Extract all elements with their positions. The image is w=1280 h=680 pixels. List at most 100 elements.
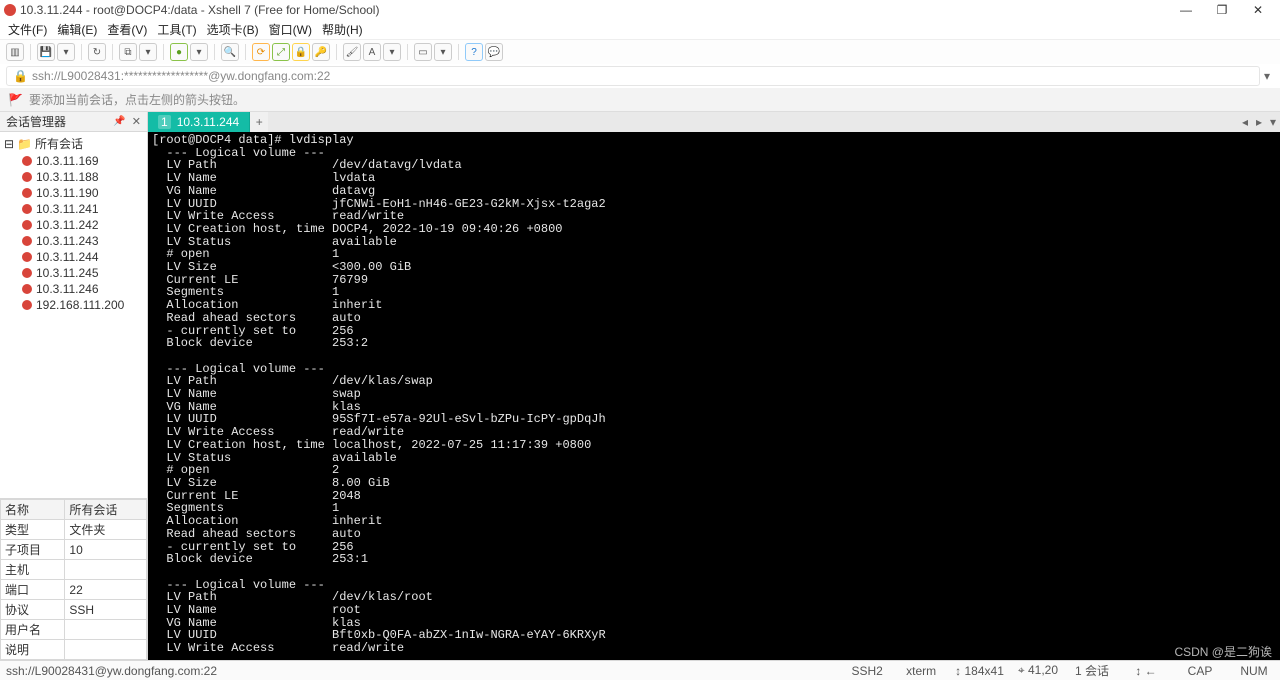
prop-key: 子项目 xyxy=(1,540,65,560)
prop-val xyxy=(65,640,147,660)
address-dropdown-icon[interactable]: ▾ xyxy=(1260,69,1274,83)
menu-help[interactable]: 帮助(H) xyxy=(322,21,363,38)
session-icon xyxy=(22,156,32,166)
copy-dropdown-icon[interactable]: ▾ xyxy=(139,43,157,61)
tab-label: 10.3.11.244 xyxy=(177,115,240,129)
terminal[interactable]: [root@DOCP4 data]# lvdisplay --- Logical… xyxy=(148,132,1280,660)
lock-icon[interactable]: 🔒 xyxy=(292,43,310,61)
flag-icon: 🚩 xyxy=(8,93,23,107)
session-icon xyxy=(22,300,32,310)
session-label: 10.3.11.242 xyxy=(36,218,99,232)
session-item[interactable]: 10.3.11.241 xyxy=(0,201,147,217)
session-item[interactable]: 10.3.11.169 xyxy=(0,153,147,169)
prop-val: 文件夹 xyxy=(65,520,147,540)
save-dropdown-icon[interactable]: ▾ xyxy=(57,43,75,61)
session-item[interactable]: 192.168.111.200 xyxy=(0,297,147,313)
tab-menu-icon[interactable]: ▾ xyxy=(1266,112,1280,132)
status-num: NUM xyxy=(1234,664,1274,678)
minimize-button[interactable]: — xyxy=(1168,0,1204,20)
maximize-button[interactable]: ❐ xyxy=(1204,0,1240,20)
status-cursor: ⌖ 41,20 xyxy=(1018,663,1058,678)
prop-key: 类型 xyxy=(1,520,65,540)
help-icon[interactable]: ? xyxy=(465,43,483,61)
layout-dropdown-icon[interactable]: ▾ xyxy=(434,43,452,61)
panel-close-icon[interactable]: ✕ xyxy=(132,115,141,128)
tree-root[interactable]: ⊟ 📁 所有会话 xyxy=(0,134,147,153)
folder-icon: 📁 xyxy=(17,137,32,151)
session-icon xyxy=(22,188,32,198)
session-item[interactable]: 10.3.11.244 xyxy=(0,249,147,265)
new-tab-button[interactable]: + xyxy=(250,112,268,132)
session-item[interactable]: 10.3.11.246 xyxy=(0,281,147,297)
status-ssh: SSH2 xyxy=(847,664,887,678)
prop-val: SSH xyxy=(65,600,147,620)
menu-tabs[interactable]: 选项卡(B) xyxy=(207,21,259,38)
copy-icon[interactable]: ⧉ xyxy=(119,43,137,61)
tree-root-label: 所有会话 xyxy=(35,135,83,152)
prop-key: 协议 xyxy=(1,600,65,620)
session-label: 10.3.11.245 xyxy=(36,266,99,280)
session-label: 10.3.11.241 xyxy=(36,202,99,216)
session-icon xyxy=(22,220,32,230)
session-icon xyxy=(22,204,32,214)
circle-dropdown-icon[interactable]: ▾ xyxy=(190,43,208,61)
font-dropdown-icon[interactable]: ▾ xyxy=(383,43,401,61)
status-size: ↕ 184x41 xyxy=(955,664,1004,678)
layout-icon[interactable]: ▭ xyxy=(414,43,432,61)
session-item[interactable]: 10.3.11.243 xyxy=(0,233,147,249)
status-term: xterm xyxy=(901,664,941,678)
session-icon xyxy=(22,252,32,262)
sidebar-title: 会话管理器 xyxy=(6,113,66,130)
prop-val xyxy=(65,620,147,640)
menu-tools[interactable]: 工具(T) xyxy=(157,21,196,38)
main-area: 会话管理器 📌 ✕ ⊟ 📁 所有会话 10.3.11.16910.3.11.18… xyxy=(0,112,1280,660)
expand-icon[interactable]: ⤢ xyxy=(272,43,290,61)
menu-edit[interactable]: 编辑(E) xyxy=(57,21,97,38)
session-item[interactable]: 10.3.11.188 xyxy=(0,169,147,185)
chat-icon[interactable]: 💬 xyxy=(485,43,503,61)
session-item[interactable]: 10.3.11.242 xyxy=(0,217,147,233)
circle-green-icon[interactable]: ● xyxy=(170,43,188,61)
tab-active[interactable]: 1 10.3.11.244 xyxy=(148,112,250,132)
menu-window[interactable]: 窗口(W) xyxy=(269,21,312,38)
find-icon[interactable]: 🔍 xyxy=(221,43,239,61)
paint-icon[interactable]: 🖌 xyxy=(343,43,361,61)
reconnect-icon[interactable]: ↻ xyxy=(88,43,106,61)
prop-header-name: 名称 xyxy=(1,500,65,520)
prop-header-value: 所有会话 xyxy=(65,500,147,520)
window-title: 10.3.11.244 - root@DOCP4:/data - Xshell … xyxy=(20,3,1168,17)
tab-number: 1 xyxy=(158,115,171,129)
minus-icon[interactable]: ⊟ xyxy=(4,137,14,151)
session-label: 10.3.11.243 xyxy=(36,234,99,248)
menu-bar: 文件(F) 编辑(E) 查看(V) 工具(T) 选项卡(B) 窗口(W) 帮助(… xyxy=(0,20,1280,40)
content-area: 1 10.3.11.244 + ◂ ▸ ▾ [root@DOCP4 data]#… xyxy=(148,112,1280,660)
tab-prev-icon[interactable]: ◂ xyxy=(1238,112,1252,132)
key-icon[interactable]: 🔑 xyxy=(312,43,330,61)
session-icon xyxy=(22,268,32,278)
sidebar-title-bar: 会话管理器 📌 ✕ xyxy=(0,112,147,132)
new-session-icon[interactable]: ▥ xyxy=(6,43,24,61)
save-icon[interactable]: 💾 xyxy=(37,43,55,61)
refresh-icon[interactable]: ⟳ xyxy=(252,43,270,61)
menu-view[interactable]: 查看(V) xyxy=(107,21,147,38)
title-bar: 10.3.11.244 - root@DOCP4:/data - Xshell … xyxy=(0,0,1280,20)
font-icon[interactable]: A xyxy=(363,43,381,61)
session-label: 10.3.11.190 xyxy=(36,186,99,200)
session-tree[interactable]: ⊟ 📁 所有会话 10.3.11.16910.3.11.18810.3.11.1… xyxy=(0,132,147,498)
tab-bar: 1 10.3.11.244 + ◂ ▸ ▾ xyxy=(148,112,1280,132)
status-cap: CAP xyxy=(1180,664,1220,678)
session-label: 10.3.11.244 xyxy=(36,250,99,264)
tab-next-icon[interactable]: ▸ xyxy=(1252,112,1266,132)
app-icon xyxy=(4,4,16,16)
status-bar: ssh://L90028431@yw.dongfang.com:22 SSH2 … xyxy=(0,660,1280,680)
session-icon xyxy=(22,172,32,182)
address-input[interactable]: 🔒 ssh://L90028431:******************@yw.… xyxy=(6,66,1260,86)
close-button[interactable]: ✕ xyxy=(1240,0,1276,20)
status-session: 1 会话 xyxy=(1072,662,1112,679)
pin-icon[interactable]: 📌 xyxy=(113,116,125,127)
session-label: 192.168.111.200 xyxy=(36,298,124,312)
session-item[interactable]: 10.3.11.245 xyxy=(0,265,147,281)
sidebar: 会话管理器 📌 ✕ ⊟ 📁 所有会话 10.3.11.16910.3.11.18… xyxy=(0,112,148,660)
session-item[interactable]: 10.3.11.190 xyxy=(0,185,147,201)
menu-file[interactable]: 文件(F) xyxy=(8,21,47,38)
